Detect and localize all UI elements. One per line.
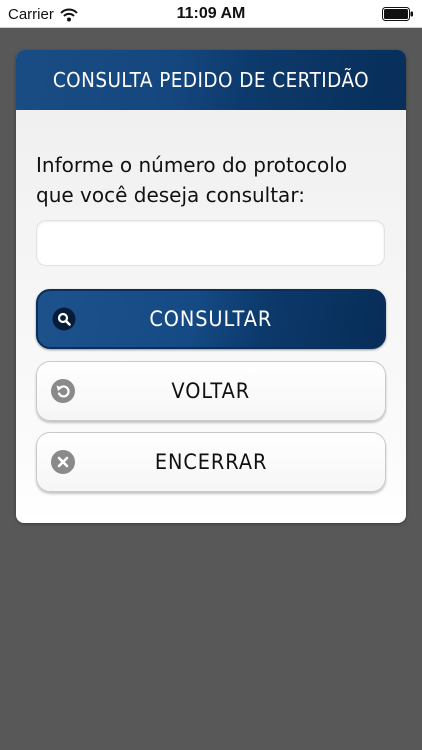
battery-icon [382,7,413,21]
protocol-input[interactable] [36,220,385,266]
undo-icon [51,379,75,403]
voltar-button[interactable]: VOLTAR [36,361,386,421]
encerrar-button[interactable]: ENCERRAR [36,432,386,492]
close-circle-icon [51,450,75,474]
voltar-label: VOLTAR [171,379,251,403]
encerrar-label: ENCERRAR [154,450,268,474]
consultar-label: CONSULTAR [149,307,273,331]
panel-title: CONSULTA PEDIDO DE CERTIDÃO [31,50,391,110]
protocol-prompt: Informe o número do protocolo que você d… [36,153,348,207]
consult-panel: CONSULTA PEDIDO DE CERTIDÃO Informe o nú… [16,50,406,523]
search-icon [52,307,76,331]
panel-header: CONSULTA PEDIDO DE CERTIDÃO [16,50,406,110]
status-time: 11:09 AM [176,5,246,22]
consultar-button[interactable]: CONSULTAR [36,289,386,349]
status-bar: Carrier 11:09 AM [0,0,422,28]
